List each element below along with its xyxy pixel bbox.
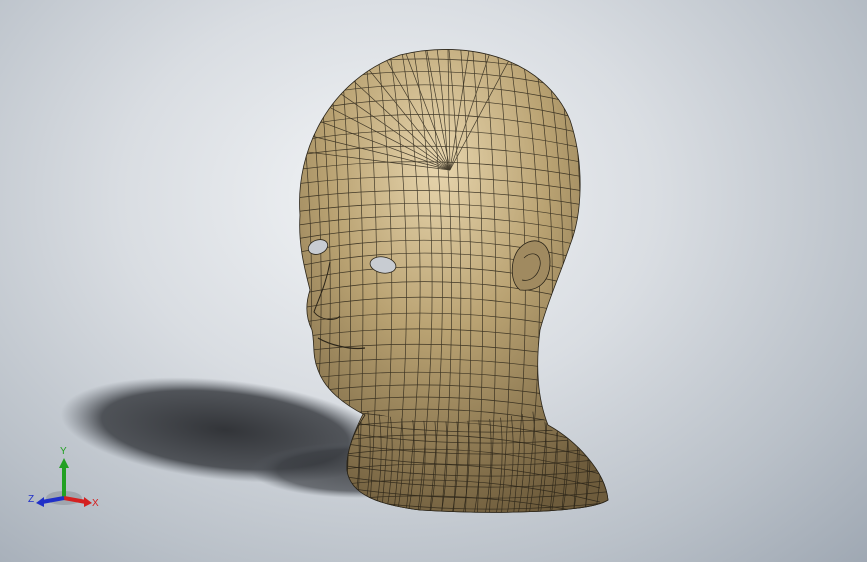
orientation-triad[interactable]: Y X Z [26, 440, 106, 520]
triad-y-arrow [59, 458, 69, 468]
triad-z-label: Z [28, 494, 34, 505]
model-canvas[interactable] [0, 0, 867, 562]
triad-x-arrow [84, 497, 92, 507]
triad-z-arrow [36, 497, 44, 507]
triad-x-label: X [92, 498, 99, 509]
graphics-viewport[interactable]: Y X Z [0, 0, 867, 562]
triad-y-label: Y [60, 446, 67, 457]
